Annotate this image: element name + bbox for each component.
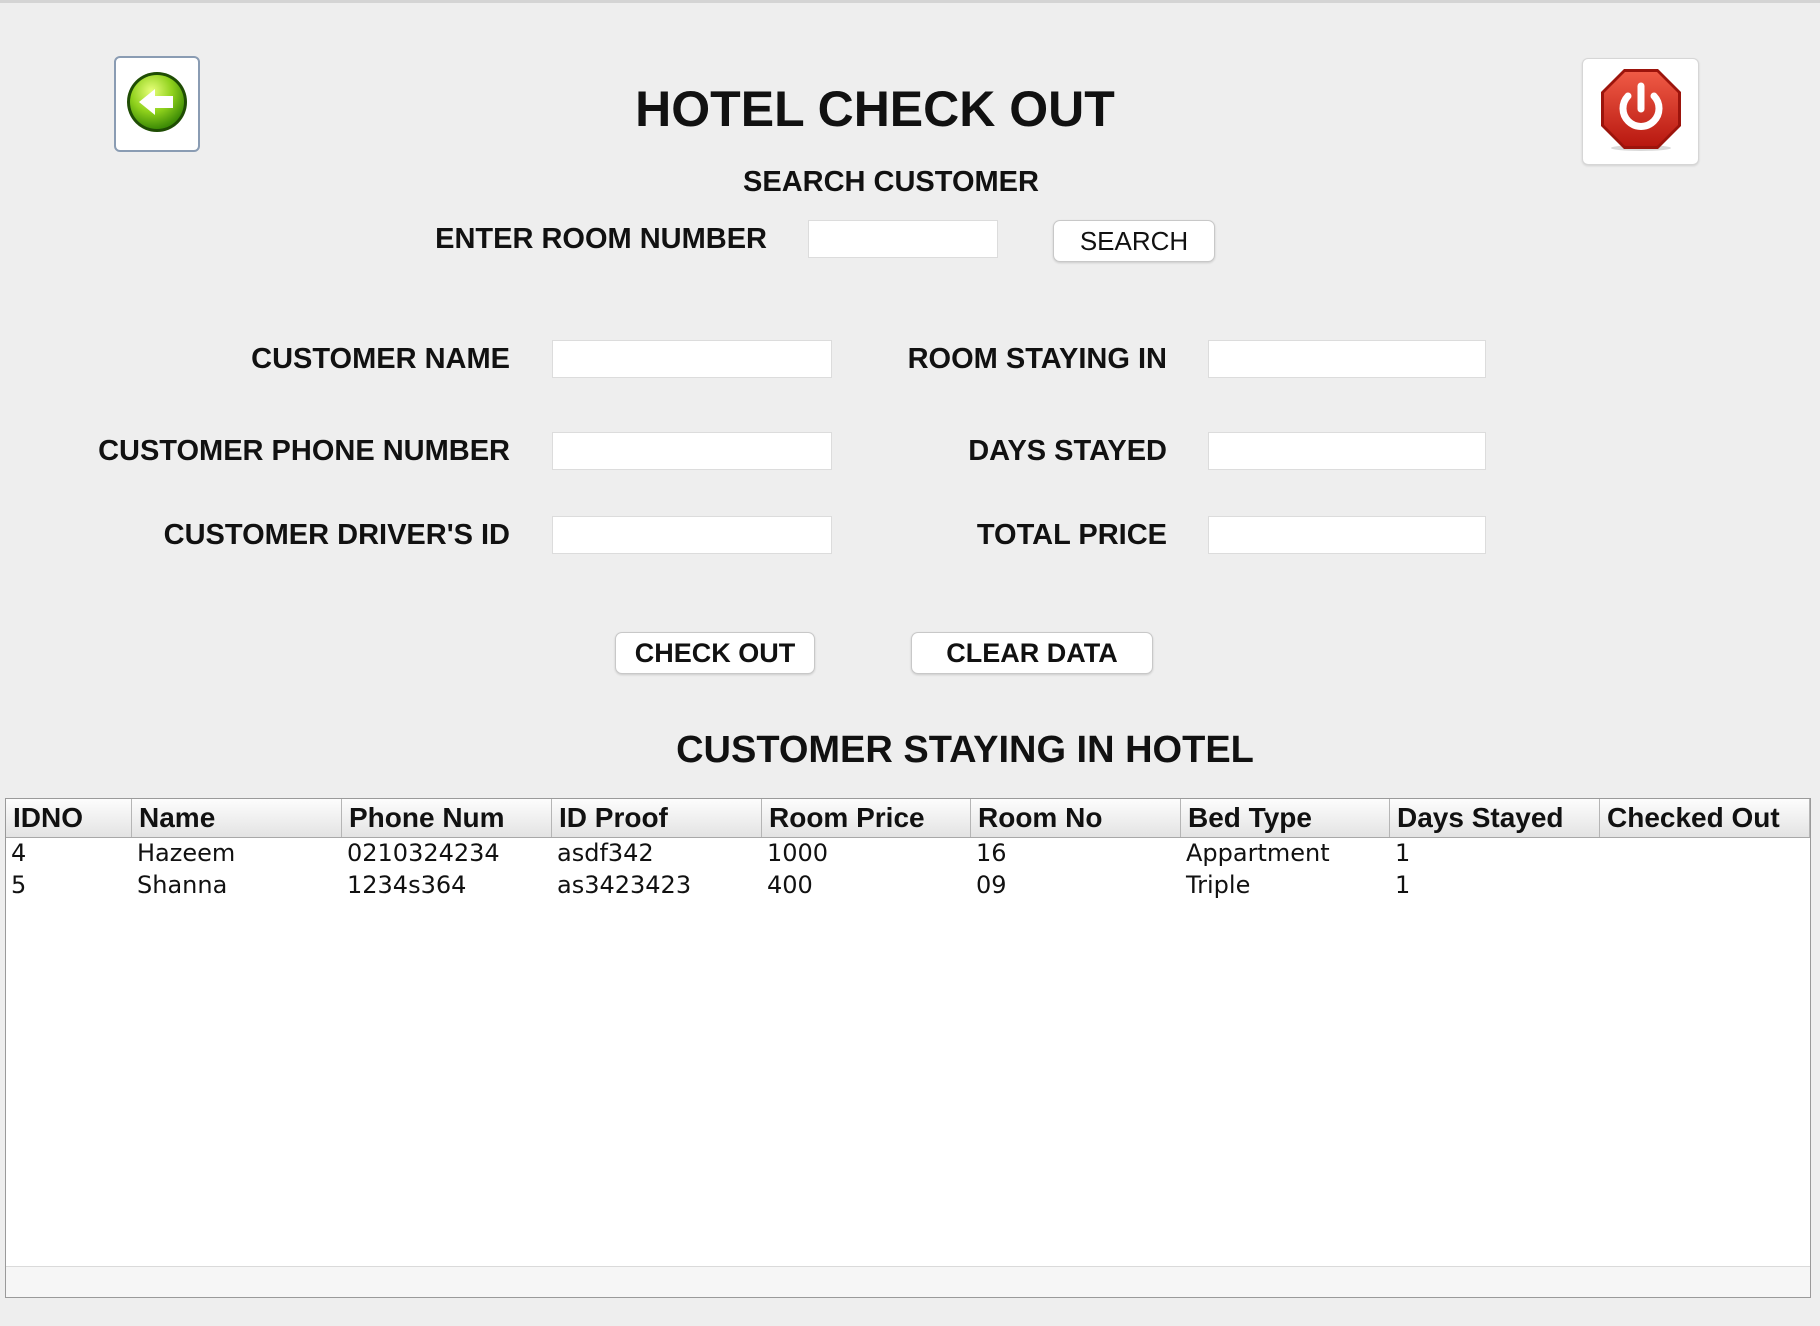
table-cell [1600, 837, 1810, 869]
table-cell: 400 [767, 871, 813, 899]
total-price-input[interactable] [1208, 516, 1486, 554]
table-cell: asdf342 [557, 839, 654, 867]
table-cell: 4 [11, 839, 27, 867]
days-stayed-label: DAYS STAYED [968, 435, 1167, 467]
column-header-id-proof[interactable]: ID Proof [552, 799, 762, 837]
horizontal-scrollbar[interactable] [6, 1266, 1810, 1297]
column-header-name[interactable]: Name [132, 799, 342, 837]
table-row[interactable]: 4 Hazeem 0210324234 asdf342 1000 16 Appa… [6, 837, 1810, 869]
table-cell: Appartment [1186, 839, 1330, 867]
customer-drivers-id-input[interactable] [552, 516, 832, 554]
customer-phone-label: CUSTOMER PHONE NUMBER [98, 435, 510, 467]
table-cell: 0210324234 [347, 839, 500, 867]
check-out-button[interactable]: CHECK OUT [615, 632, 815, 674]
table-cell [1600, 869, 1810, 901]
table-cell: 1 [1395, 839, 1411, 867]
search-button[interactable]: SEARCH [1053, 220, 1215, 262]
table-cell: 1234s364 [347, 871, 467, 899]
room-staying-label: ROOM STAYING IN [907, 343, 1167, 375]
column-header-checked-out[interactable]: Checked Out [1600, 799, 1810, 837]
table-cell: 1 [1395, 871, 1411, 899]
search-section-title: SEARCH CUSTOMER [743, 166, 1039, 198]
page-title: HOTEL CHECK OUT [635, 81, 1115, 137]
table-header: IDNO Name Phone Num ID Proof Room Price … [6, 799, 1810, 838]
table-cell: as3423423 [557, 871, 692, 899]
power-icon [1598, 66, 1684, 157]
table-cell: Shanna [137, 871, 228, 899]
room-staying-input[interactable] [1208, 340, 1486, 378]
clear-data-button[interactable]: CLEAR DATA [911, 632, 1153, 674]
table-cell: 09 [976, 871, 1007, 899]
table-cell: 5 [11, 871, 27, 899]
customer-phone-input[interactable] [552, 432, 832, 470]
column-header-room-no[interactable]: Room No [971, 799, 1181, 837]
customer-name-input[interactable] [552, 340, 832, 378]
table-cell: 1000 [767, 839, 829, 867]
room-number-label: ENTER ROOM NUMBER [435, 223, 767, 255]
exit-button[interactable] [1582, 58, 1699, 165]
column-header-bed-type[interactable]: Bed Type [1181, 799, 1390, 837]
column-header-idno[interactable]: IDNO [6, 799, 132, 837]
customer-drivers-id-label: CUSTOMER DRIVER'S ID [163, 519, 510, 551]
room-number-input[interactable] [808, 220, 998, 258]
table-cell: Hazeem [137, 839, 236, 867]
customer-name-label: CUSTOMER NAME [251, 343, 510, 375]
table-row[interactable]: 5 Shanna 1234s364 as3423423 400 09 Tripl… [6, 869, 1810, 901]
column-header-days-stayed[interactable]: Days Stayed [1390, 799, 1600, 837]
table-cell: 16 [976, 839, 1007, 867]
table-title: CUSTOMER STAYING IN HOTEL [676, 729, 1254, 771]
table-cell: Triple [1186, 871, 1251, 899]
column-header-room-price[interactable]: Room Price [762, 799, 971, 837]
customers-table[interactable]: IDNO Name Phone Num ID Proof Room Price … [5, 798, 1811, 1298]
days-stayed-input[interactable] [1208, 432, 1486, 470]
column-header-phone-num[interactable]: Phone Num [342, 799, 552, 837]
total-price-label: TOTAL PRICE [976, 519, 1167, 551]
